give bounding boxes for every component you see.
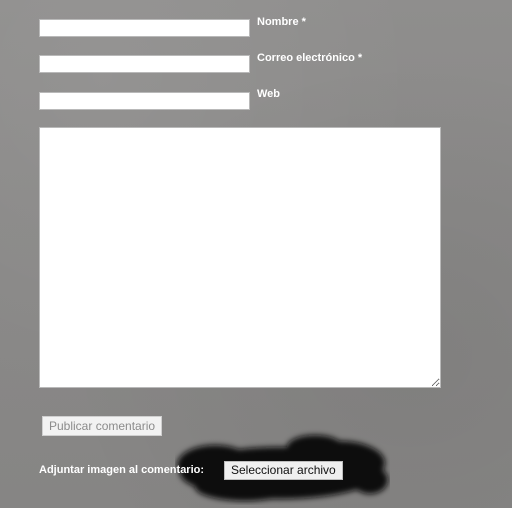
attach-image-label: Adjuntar imagen al comentario:	[39, 464, 205, 476]
select-file-button[interactable]: Seleccionar archivo	[224, 461, 343, 480]
submit-comment-button[interactable]: Publicar comentario	[42, 416, 163, 436]
email-input[interactable]	[39, 55, 250, 73]
name-input[interactable]	[39, 19, 250, 37]
web-label: Web	[257, 88, 281, 100]
email-label: Correo electrónico *	[257, 52, 363, 64]
name-label: Nombre *	[257, 16, 306, 28]
comment-textarea[interactable]	[39, 127, 441, 388]
web-input[interactable]	[39, 92, 250, 110]
